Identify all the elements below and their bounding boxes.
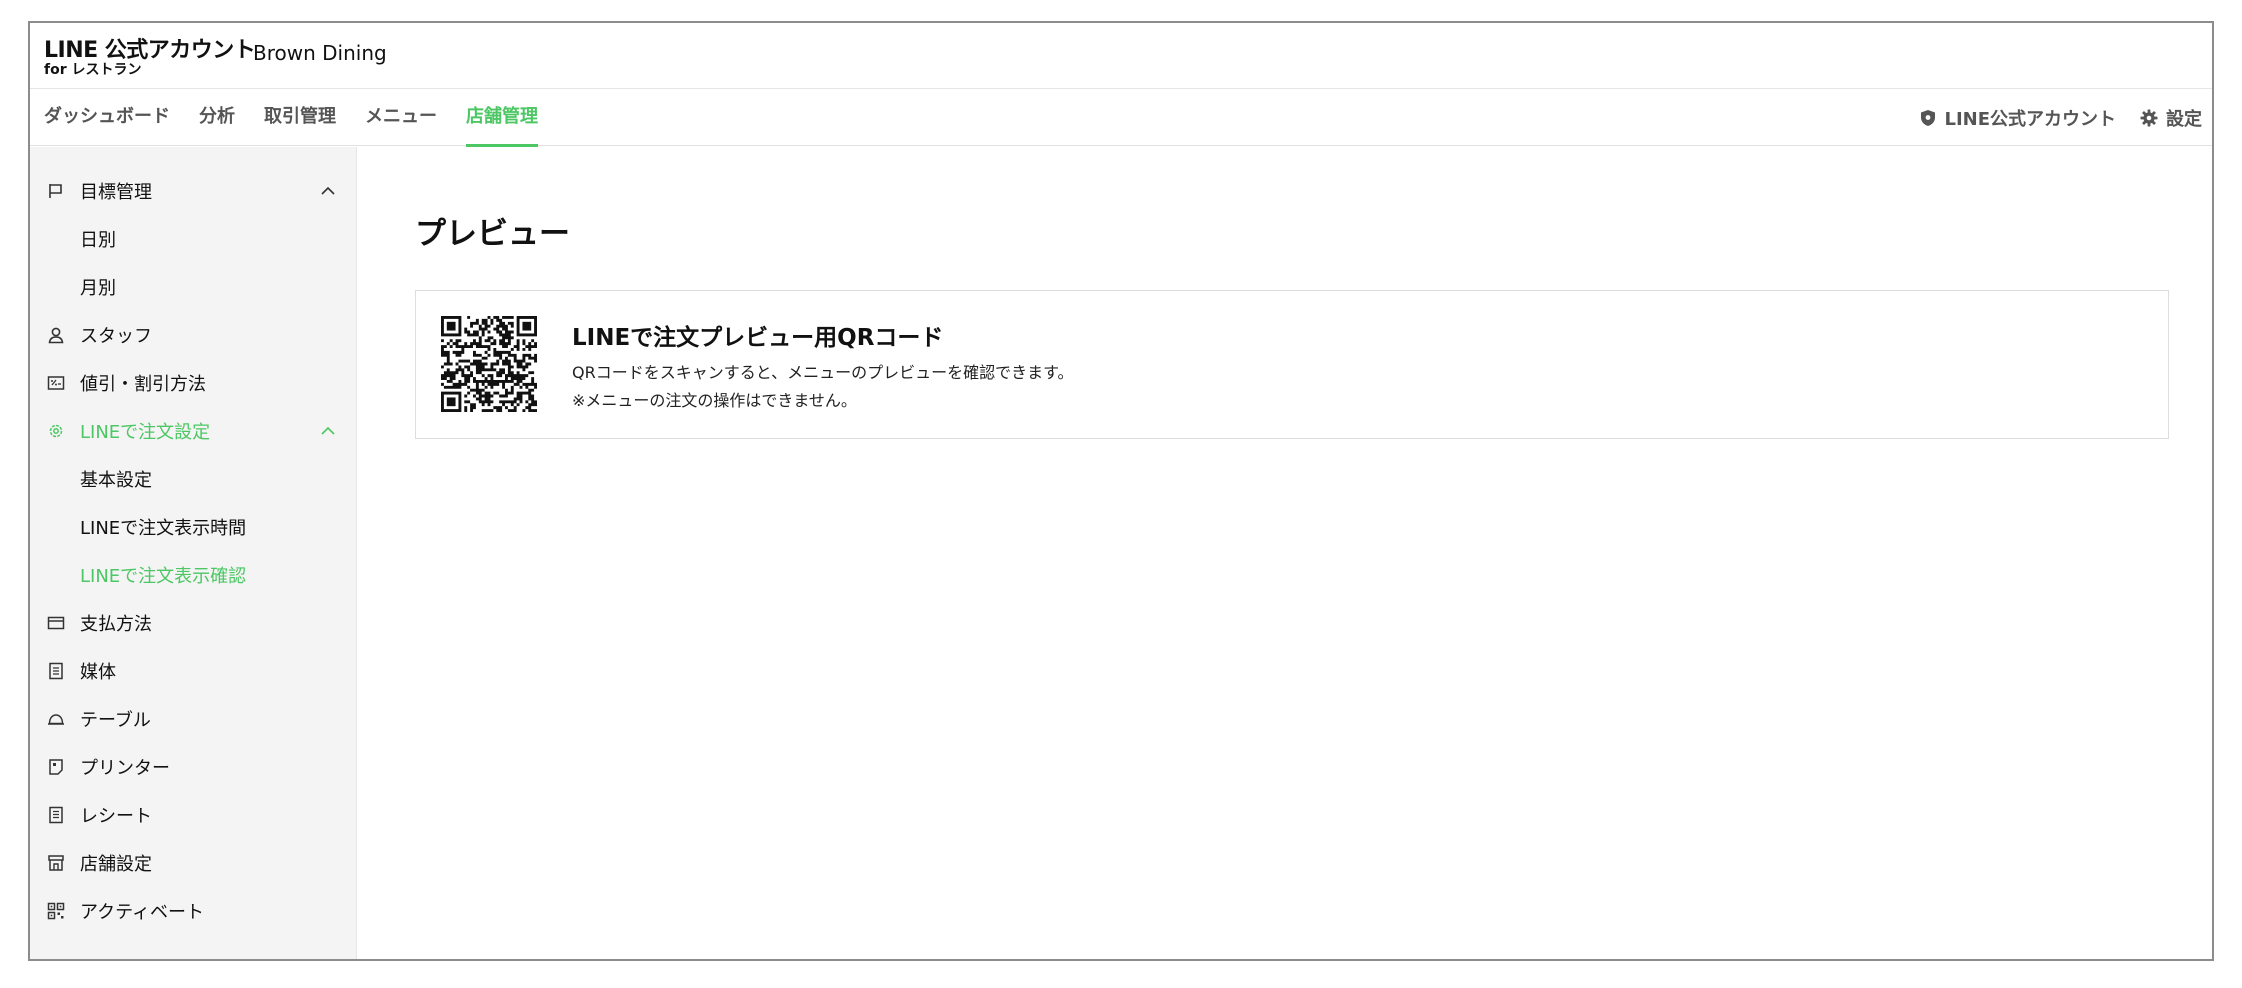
nav-right: LINE公式アカウント 設定 (1896, 89, 2202, 146)
sidebar-item-media[interactable]: 媒体 (30, 647, 357, 695)
sidebar-item-label: アクティベート (80, 902, 205, 923)
sidebar-item-label: スタッフ (80, 326, 152, 347)
sidebar-item-line-order-display-time[interactable]: LINEで注文表示時間 (30, 503, 357, 551)
sidebar-item-payment-methods[interactable]: 支払方法 (30, 599, 357, 647)
sidebar-item-label: 媒体 (80, 662, 116, 683)
shield-icon (1921, 109, 1936, 126)
logo-sub-text: for レストラン (44, 62, 142, 78)
tab-store-management[interactable]: 店舗管理 (466, 89, 538, 147)
tab-dashboard[interactable]: ダッシュボード (44, 89, 170, 146)
sidebar-item-label: LINEで注文表示確認 (80, 566, 247, 587)
card-description-line-2: ※メニューの注文の操作はできません。 (572, 391, 857, 410)
logo[interactable]: LINE 公式アカウント for レストラン (44, 32, 256, 80)
gear-icon (2140, 109, 2158, 126)
printer-icon (49, 759, 63, 775)
sidebar-item-label: 月別 (80, 278, 116, 299)
tab-analytics[interactable]: 分析 (199, 89, 235, 146)
sidebar-item-staff[interactable]: スタッフ (30, 311, 357, 359)
sidebar-item-label: LINEで注文設定 (80, 422, 211, 443)
sidebar-item-label: 目標管理 (80, 182, 152, 203)
flag-icon (49, 184, 62, 198)
sidebar-item-printers[interactable]: プリンター (30, 743, 357, 791)
sidebar-item-basic-settings[interactable]: 基本設定 (30, 455, 357, 503)
sidebar-item-activate[interactable]: アクティベート (30, 887, 357, 935)
store-icon (48, 855, 64, 871)
qr-icon (47, 902, 65, 920)
person-icon (48, 327, 64, 344)
card-title: LINEで注文プレビュー用QRコード (572, 325, 944, 351)
sidebar-item-daily[interactable]: 日別 (30, 215, 357, 263)
sidebar-item-tables[interactable]: テーブル (30, 695, 357, 743)
main-content: プレビュー LINEで注文プレビュー用QRコード QRコードをスキャンすると、メ… (358, 147, 2212, 959)
wallet-icon (47, 616, 65, 630)
qr-preview-card: LINEで注文プレビュー用QRコード QRコードをスキャンすると、メニューのプレ… (415, 290, 2169, 439)
document-icon (49, 662, 63, 680)
qr-code-image (441, 316, 537, 412)
gear-icon (49, 424, 63, 438)
sidebar: 目標管理 日別 月別 スタッフ 値引・割引方法 LINEで注文設定 基本設定 L… (30, 147, 357, 959)
sidebar-item-store-settings[interactable]: 店舗設定 (30, 839, 357, 887)
top-nav: ダッシュボード 分析 取引管理 メニュー 店舗管理 LINE公式アカウント 設定 (30, 89, 2212, 147)
sidebar-item-monthly[interactable]: 月別 (30, 263, 357, 311)
chevron-up-icon (321, 186, 335, 195)
sidebar-item-receipts[interactable]: レシート (30, 791, 357, 839)
sidebar-item-label: プリンター (80, 758, 170, 779)
account-name: Brown Dining (253, 41, 387, 65)
sidebar-item-label: 値引・割引方法 (80, 374, 206, 395)
app-header: LINE 公式アカウント for レストラン Brown Dining (30, 23, 2212, 89)
sidebar-item-label: 支払方法 (80, 614, 152, 635)
official-account-link[interactable]: LINE公式アカウント (1920, 105, 2116, 131)
sidebar-item-discounts[interactable]: 値引・割引方法 (30, 359, 357, 407)
discount-icon (47, 376, 65, 390)
receipt-icon (49, 806, 63, 824)
page-title: プレビュー (415, 216, 570, 252)
sidebar-item-line-order-settings[interactable]: LINEで注文設定 (30, 407, 357, 455)
official-account-label: LINE公式アカウント (1944, 108, 2116, 130)
tab-transactions[interactable]: 取引管理 (264, 89, 336, 146)
settings-label: 設定 (2166, 108, 2202, 130)
tab-menu[interactable]: メニュー (365, 89, 437, 146)
cloche-icon (48, 714, 64, 725)
sidebar-item-goal-management[interactable]: 目標管理 (30, 167, 357, 215)
sidebar-item-label: 基本設定 (80, 470, 152, 491)
settings-link[interactable]: 設定 (2140, 105, 2202, 131)
sidebar-item-label: レシート (80, 806, 152, 827)
card-description: QRコードをスキャンすると、メニューのプレビューを確認できます。 ※メニューの注… (572, 359, 1073, 415)
chevron-up-icon (321, 426, 335, 435)
sidebar-item-line-order-display-check[interactable]: LINEで注文表示確認 (30, 551, 357, 599)
sidebar-item-label: LINEで注文表示時間 (80, 518, 247, 539)
card-description-line-1: QRコードをスキャンすると、メニューのプレビューを確認できます。 (572, 363, 1074, 382)
nav-tabs: ダッシュボード 分析 取引管理 メニュー 店舗管理 (44, 89, 567, 147)
sidebar-item-label: 店舗設定 (80, 854, 152, 875)
sidebar-item-label: テーブル (80, 710, 151, 731)
sidebar-item-label: 日別 (80, 230, 116, 251)
app-window: LINE 公式アカウント for レストラン Brown Dining ダッシュ… (28, 21, 2214, 961)
